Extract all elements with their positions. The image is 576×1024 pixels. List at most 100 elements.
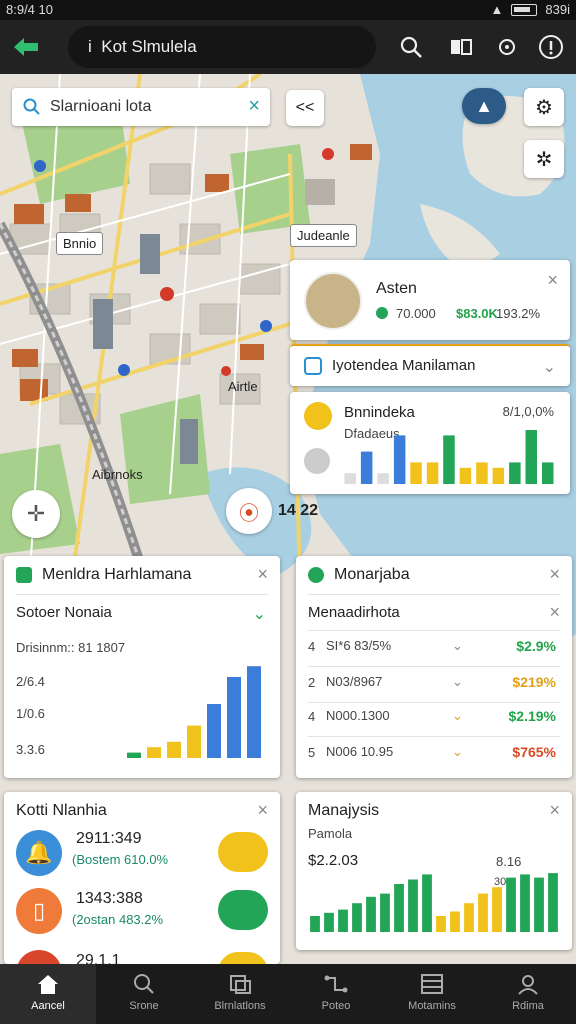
badge-button[interactable] [218,832,268,872]
list-item[interactable]: 4 SI*6 83/5% ⌄ $2.9% [308,638,560,664]
divider [308,594,560,595]
close-icon[interactable]: × [547,270,558,291]
left-panel[interactable]: Menldra Harhlamana × Sotoer Nonaia ⌄ Dri… [4,556,280,778]
search-input[interactable]: Slarnioani lota × [12,88,270,126]
route-text: Iyotendea Manilaman [332,357,476,374]
clock: 8:9/4 10 [6,2,53,17]
nav-layers[interactable]: Blrnlatlons [192,964,288,1024]
poi-rating: 70.000 [396,306,436,321]
list-item[interactable]: ▯ 1343:388 (2ostan 483.2% [4,886,280,946]
close-icon[interactable]: × [549,800,560,821]
chevron-icon: ⌄ [452,638,463,653]
rating-dot-icon [376,307,388,319]
divider [308,736,560,737]
nav-profile[interactable]: Rdima [480,964,576,1024]
nav-search[interactable]: Srone [96,964,192,1024]
list-item[interactable]: 29.1.1 [4,946,280,964]
status-bar: 8:9/4 10 ▲ 839i [0,0,576,20]
row-number: 5 [308,745,316,760]
chart-bar [459,467,472,484]
list-item[interactable]: 4 N000.1300 ⌄ $2.19% [308,708,560,734]
gear-icon: ⚙ [535,96,553,119]
chart-bar [492,887,502,932]
badge-button[interactable] [218,890,268,930]
nav-list[interactable]: Motamins [384,964,480,1024]
nav-route[interactable]: Poteo [288,964,384,1024]
close-icon[interactable]: × [257,564,268,585]
close-icon[interactable]: × [257,800,268,821]
chart-bar [167,741,181,758]
clear-search-icon[interactable]: × [248,95,260,118]
bottom-right-panel[interactable]: Manajysis × Pamola $2.2.03 8.16 30 [296,792,572,950]
badge-button[interactable] [218,952,268,964]
panel-icon [308,567,324,583]
search-icon[interactable] [396,32,426,62]
collapse-button[interactable]: << [286,90,324,126]
stats-percent: 8/1,0,0% [502,404,554,419]
chart-bar [492,467,505,484]
close-icon[interactable]: × [549,602,560,623]
map-settings-button[interactable]: ⚙ [524,88,564,126]
bottom-navigation: Aancel Srone Blrnlatlons Poteo Motamins … [0,964,576,1024]
info-icon[interactable] [536,32,566,62]
chart-bar [450,911,460,932]
poi-card[interactable]: Asten 70.000 $83.0K 193.2% × [290,260,570,340]
bottom-left-panel[interactable]: Kotti Nlanhia × 🔔 2911:349 (Bostem 610.0… [4,792,280,964]
layers-icon [230,975,251,994]
layers-icon[interactable] [446,32,476,62]
title-prefix: i [88,37,92,56]
stats-card[interactable]: Bnnindeka Dfadaeus 8/1,0,0% [290,392,570,494]
app-title-bar[interactable]: i Kot Slmulela [68,26,376,68]
location-pin-button[interactable]: ⦿ [226,488,272,534]
divider [16,594,268,595]
chart-bar [394,884,404,932]
row-label: N000.1300 [326,708,390,723]
back-arrow-icon[interactable] [10,32,42,62]
right-panel-header: Monarjaba [334,566,410,583]
poi-price: $83.0K [456,306,498,321]
chart-bar [344,473,356,484]
row-value: $219% [512,674,556,690]
nav-label: Srone [129,1000,159,1012]
settings-icon[interactable] [304,448,330,474]
map-layers-button[interactable]: ✲ [524,140,564,178]
row-number: 4 [308,639,316,654]
list-item[interactable]: 2 N03/8967 ⌄ $219% [308,674,560,700]
bell-icon: 🔔 [16,830,62,876]
search-icon [23,98,40,115]
profile-icon [518,975,538,995]
route-bar[interactable]: Iyotendea Manilaman ⌄ [290,344,570,386]
poi-thumbnail [304,272,362,330]
map-label-left1: Bnnio [56,232,104,255]
chart-bar [324,912,334,932]
compass-button[interactable]: ✛ [12,490,60,538]
nav-label: Rdima [512,1000,544,1012]
navigate-button[interactable]: ▲ [462,88,506,124]
left-bar-chart [127,666,261,758]
list-item[interactable]: 5 N006 10.95 ⌄ $765% [308,744,560,770]
item-value: 1343:388 [76,890,143,907]
nav-home[interactable]: Aancel [0,964,96,1024]
list-item[interactable]: 🔔 2911:349 (Bostem 610.0% [4,826,280,886]
chevron-icon: ⌄ [452,708,463,723]
star-icon: ✲ [535,148,553,171]
bottom-right-header: Manajysis [308,802,380,819]
nav-label: Motamins [408,1000,456,1012]
nav-label: Poteo [321,1000,351,1012]
right-panel[interactable]: Monarjaba × Menaadirhota × 4 SI*6 83/5% … [296,556,572,778]
chevron-down-icon[interactable]: ⌄ [253,604,266,624]
chat-icon[interactable] [492,32,522,62]
chart-bar [478,893,488,932]
row-value: $765% [512,744,556,760]
chevron-down-icon[interactable]: ⌄ [543,357,556,377]
alert-icon [16,950,62,964]
close-icon[interactable]: × [549,564,560,585]
document-icon: ▯ [16,888,62,934]
chart-bar [520,874,530,932]
left-row-3: 3.3.6 [16,742,45,757]
stats-title: Bnnindeka [344,404,415,421]
poi-name: Asten [376,280,417,297]
search-value: Slarnioani lota [50,98,152,115]
chart-bar [443,435,455,484]
row-number: 4 [308,709,316,724]
